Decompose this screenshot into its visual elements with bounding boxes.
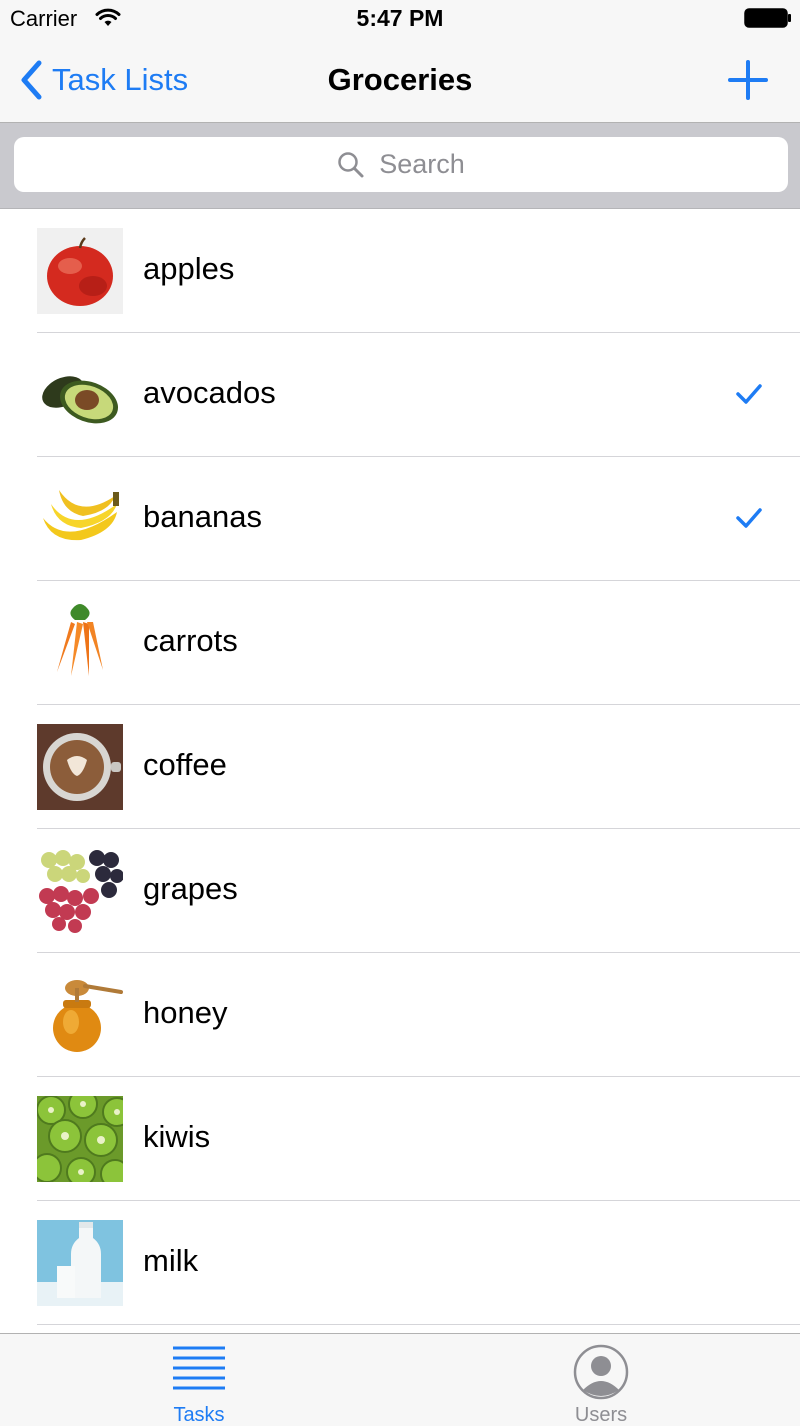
- list-item[interactable]: avocados: [0, 333, 800, 457]
- user-icon: [573, 1344, 629, 1400]
- apple-image: [37, 228, 123, 314]
- tab-bar: Tasks Users: [0, 1333, 800, 1426]
- task-label: kiwis: [143, 1119, 211, 1154]
- search-input[interactable]: Search: [14, 137, 788, 192]
- add-button[interactable]: [726, 58, 770, 102]
- list-item[interactable]: kiwis: [0, 1077, 800, 1201]
- list-icon: [173, 1346, 225, 1390]
- task-label: coffee: [143, 747, 227, 782]
- banana-image: [37, 476, 123, 562]
- list-item[interactable]: apples: [0, 209, 800, 333]
- task-label: avocados: [143, 375, 276, 410]
- navigation-bar: Task Lists Groceries: [0, 40, 800, 123]
- list-item[interactable]: milk: [0, 1201, 800, 1325]
- tab-tasks-label: Tasks: [173, 1404, 225, 1426]
- kiwi-image: [37, 1096, 123, 1182]
- search-placeholder: Search: [379, 149, 465, 179]
- task-label: carrots: [143, 623, 238, 658]
- carrot-image: [37, 600, 123, 686]
- task-list: apples avocados bananas carrots coffee g…: [0, 209, 800, 1325]
- list-item[interactable]: coffee: [0, 705, 800, 829]
- tab-users-label: Users: [574, 1404, 628, 1426]
- tab-tasks[interactable]: Tasks: [119, 1334, 279, 1426]
- task-label: grapes: [143, 871, 238, 906]
- checkmark-icon: [736, 508, 762, 528]
- task-label: bananas: [143, 499, 262, 534]
- search-bar: Search: [0, 123, 800, 209]
- task-label: apples: [143, 251, 235, 286]
- task-label: milk: [143, 1243, 199, 1278]
- milk-image: [37, 1220, 123, 1306]
- list-item[interactable]: grapes: [0, 829, 800, 953]
- tab-users[interactable]: Users: [521, 1334, 681, 1426]
- list-item[interactable]: carrots: [0, 581, 800, 705]
- checkmark-icon: [736, 384, 762, 404]
- battery-icon: [744, 8, 791, 28]
- task-label: honey: [143, 995, 228, 1030]
- search-icon: [338, 151, 364, 177]
- status-time: 5:47 PM: [356, 5, 444, 31]
- avocado-image: [37, 352, 123, 438]
- list-item[interactable]: bananas: [0, 457, 800, 581]
- page-title: Groceries: [327, 62, 473, 97]
- grapes-image: [37, 848, 123, 934]
- coffee-image: [37, 724, 123, 810]
- status-bar: Carrier 5:47 PM: [0, 0, 800, 40]
- list-item[interactable]: honey: [0, 953, 800, 1077]
- honey-image: [37, 972, 123, 1058]
